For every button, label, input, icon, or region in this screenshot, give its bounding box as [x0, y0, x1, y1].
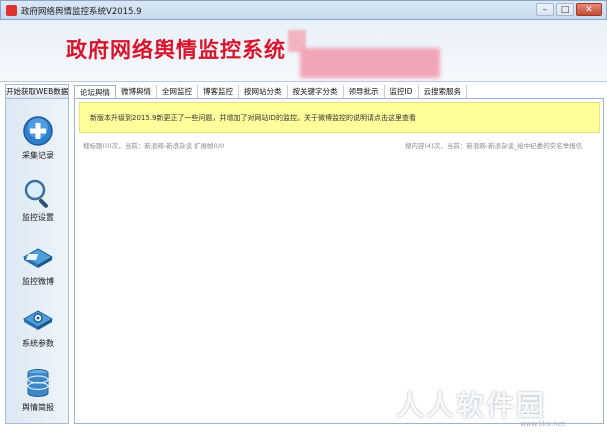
- sidebar-item-label: 监控设置: [22, 213, 54, 222]
- tab-content-panel: 新版本升级到2015.9新更正了一些问题，并增加了对网站ID的监控。关于微博监控…: [74, 99, 604, 424]
- watermark-url: www.kkx.net: [520, 420, 565, 428]
- title-search-status: 搜标题(0)次，当前：新浪网-新浪杂谈 扩展帧0/0: [83, 142, 225, 150]
- brand-title: 政府网络舆情监控系统: [66, 37, 286, 62]
- tab-cloud-search[interactable]: 云搜索服务: [419, 85, 467, 98]
- sidebar-item-label: 采集记录: [22, 151, 54, 160]
- tab-monitor-id[interactable]: 监控ID: [385, 85, 419, 98]
- sidebar-item-briefing[interactable]: 舆情简报: [6, 367, 70, 413]
- tab-weibo[interactable]: 微博舆情: [116, 85, 157, 98]
- tab-leader-comments[interactable]: 领导批示: [344, 85, 385, 98]
- sidebar-item-weibo[interactable]: 监控微博: [6, 241, 70, 287]
- sidebar-item-monitor-settings[interactable]: 监控设置: [6, 177, 70, 223]
- minimize-button[interactable]: –: [536, 3, 554, 16]
- content-search-status: 搜内容(4)次，当前：新浪网-新浪杂谈_给中纪委的实名举报信: [405, 142, 583, 150]
- tab-blog[interactable]: 博客监控: [198, 85, 239, 98]
- app-icon: [6, 5, 17, 16]
- title-bar: 政府网络舆情监控系统V2015.9 – □ ✕: [0, 0, 607, 20]
- maximize-button[interactable]: □: [556, 3, 574, 16]
- plus-circle-icon: [22, 115, 54, 147]
- database-icon: [22, 367, 54, 399]
- fetch-web-data-button[interactable]: 开始获取WEB数据: [6, 85, 68, 99]
- tab-by-keyword[interactable]: 按关键字分类: [288, 85, 344, 98]
- watermark-logo: 人人软件园: [396, 389, 547, 422]
- sidebar-item-records[interactable]: 采集记录: [6, 115, 70, 161]
- settings-icon: [22, 303, 54, 335]
- window-title: 政府网络舆情监控系统V2015.9: [21, 7, 142, 17]
- main-tabs: 论坛舆情 微博舆情 全网监控 博客监控 按网站分类 按关键字分类 领导批示 监控…: [74, 85, 604, 99]
- sidebar-item-system-params[interactable]: 系统参数: [6, 303, 70, 349]
- sidebar-item-label: 监控微博: [22, 277, 54, 286]
- sidebar-item-label: 系统参数: [22, 339, 54, 348]
- update-notice[interactable]: 新版本升级到2015.9新更正了一些问题，并增加了对网站ID的监控。关于微博监控…: [79, 102, 600, 133]
- sidebar-item-label: 舆情简报: [22, 403, 54, 412]
- magnifier-icon: [22, 177, 54, 209]
- tab-whole-web[interactable]: 全网监控: [157, 85, 198, 98]
- banner: 政府网络舆情监控系统: [0, 20, 607, 82]
- window-controls: – □ ✕: [536, 3, 602, 16]
- redacted-area: [300, 48, 440, 78]
- microblog-icon: [22, 241, 54, 273]
- notice-text[interactable]: 新版本升级到2015.9新更正了一些问题，并增加了对网站ID的监控。关于微博监控…: [90, 113, 416, 123]
- sidebar: 开始获取WEB数据 采集记录 监控设置 监控微博 系统参数 舆情简报: [5, 84, 69, 424]
- tab-forum[interactable]: 论坛舆情: [74, 85, 116, 98]
- close-button[interactable]: ✕: [576, 3, 602, 16]
- tab-by-site[interactable]: 按网站分类: [239, 85, 288, 98]
